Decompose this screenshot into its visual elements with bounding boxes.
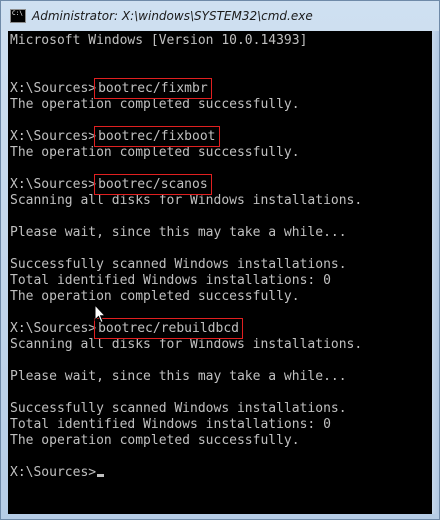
output-line: Total identified Windows installations: … [10,417,331,432]
output-line: Scanning all disks for Windows installat… [10,337,363,352]
cmd-icon[interactable] [10,9,26,23]
console-output[interactable]: Microsoft Windows [Version 10.0.14393] X:… [8,31,433,514]
prompt-text: X:\Sources> [10,81,97,96]
output-line: The operation completed successfully. [10,97,300,112]
prompt-text: X:\Sources> [10,129,97,144]
highlighted-command: bootrec/fixboot [94,126,220,147]
mouse-pointer-icon [94,304,106,324]
output-line: The operation completed successfully. [10,433,300,448]
output-line: Microsoft Windows [Version 10.0.14393] [10,33,308,48]
prompt-text: X:\Sources> [10,465,97,480]
prompt-text: X:\Sources> [10,177,97,192]
text-cursor [97,474,105,477]
output-line: Please wait, since this may take a while… [10,369,347,384]
cmd-window: Administrator: X:\windows\SYSTEM32\cmd.e… [0,0,440,520]
prompt-line: X:\Sources> [10,465,362,481]
highlighted-command: bootrec/rebuildbcd [94,318,243,339]
output-line: Please wait, since this may take a while… [10,225,347,240]
prompt-text: X:\Sources> [10,321,97,336]
output-line: Successfully scanned Windows installatio… [10,401,347,416]
output-line: Successfully scanned Windows installatio… [10,257,347,272]
output-line: The operation completed successfully. [10,145,300,160]
highlighted-command: bootrec/scanos [94,174,212,195]
prompt-line: X:\Sources> bootrec/fixboot [10,126,362,147]
highlighted-command: bootrec/fixmbr [94,78,212,99]
window-right-border [432,31,439,514]
prompt-line: X:\Sources> bootrec/fixmbr [10,78,362,99]
output-line: The operation completed successfully. [10,289,300,304]
prompt-line: X:\Sources> bootrec/rebuildbcd [10,318,362,339]
title-bar[interactable]: Administrator: X:\windows\SYSTEM32\cmd.e… [1,1,439,31]
prompt-line: X:\Sources> bootrec/scanos [10,174,362,195]
console-lines: Microsoft Windows [Version 10.0.14393] X:… [10,33,362,481]
output-line: Scanning all disks for Windows installat… [10,193,363,208]
window-title: Administrator: X:\windows\SYSTEM32\cmd.e… [32,9,313,23]
output-line: Total identified Windows installations: … [10,273,331,288]
